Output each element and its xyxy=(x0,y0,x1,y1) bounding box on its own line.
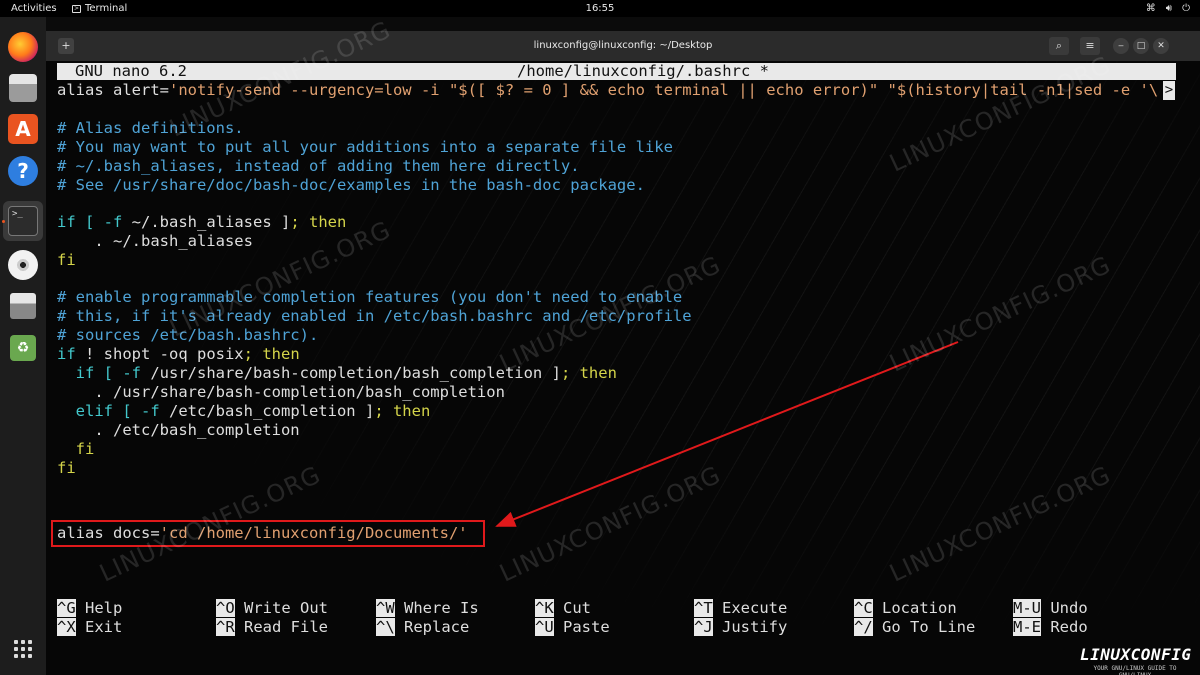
search-icon[interactable]: ⌕ xyxy=(1049,37,1069,55)
dock: A ? >_ ♻ xyxy=(0,17,46,675)
shortcut-label: Write Out xyxy=(244,599,329,617)
shortcut-key: ^\ xyxy=(376,618,395,636)
app-name: Terminal xyxy=(85,3,128,14)
hamburger-menu-icon[interactable]: ≡ xyxy=(1080,37,1100,55)
shortcut-execute[interactable]: ^T Execute xyxy=(694,599,787,618)
terminal-icon: > xyxy=(72,4,81,13)
volume-icon: 🔊︎ xyxy=(1165,3,1173,14)
shortcut-key: ^G xyxy=(57,599,76,617)
shortcut-label: Exit xyxy=(85,618,123,636)
software-store-icon[interactable]: A xyxy=(8,114,38,144)
shortcut-key: ^W xyxy=(376,599,395,617)
shortcut-key: ^R xyxy=(216,618,235,636)
shortcut-key: M-U xyxy=(1013,599,1041,617)
shortcut-justify[interactable]: ^J Justify xyxy=(694,618,787,637)
logo-tagline: YOUR GNU/LINUX GUIDE TO GNU/LINUX xyxy=(1093,665,1177,675)
shortcut-key: ^X xyxy=(57,618,76,636)
shortcut-key: M-E xyxy=(1013,618,1041,636)
shortcut-exit[interactable]: ^X Exit xyxy=(57,618,122,637)
system-tray[interactable]: ⌘ 🔊︎ ⏻ xyxy=(1146,0,1190,17)
shortcut-label: Read File xyxy=(244,618,329,636)
shortcut-label: Cut xyxy=(563,599,592,617)
terminal-content[interactable]: GNU nano 6.2 /home/linuxconfig/.bashrc *… xyxy=(46,61,1200,675)
minimize-icon[interactable]: ‒ xyxy=(1113,38,1129,54)
help-icon[interactable]: ? xyxy=(8,156,38,186)
shortcut-help[interactable]: ^G Help xyxy=(57,599,122,618)
save-drive-icon[interactable] xyxy=(10,293,36,319)
shortcut-where-is[interactable]: ^W Where Is xyxy=(376,599,479,618)
shortcut-label: Where Is xyxy=(404,599,479,617)
terminal-dock-icon[interactable]: >_ xyxy=(8,206,38,236)
top-bar: Activities > Terminal 16:55 ⌘ 🔊︎ ⏻ xyxy=(0,0,1200,17)
shortcut-go-to-line[interactable]: ^/ Go To Line xyxy=(854,618,975,637)
new-tab-icon[interactable]: + xyxy=(58,38,74,54)
files-icon[interactable] xyxy=(9,74,37,102)
shortcut-key: ^O xyxy=(216,599,235,617)
shortcut-label: Location xyxy=(882,599,957,617)
shortcut-key: ^T xyxy=(694,599,713,617)
shortcut-key: ^U xyxy=(535,618,554,636)
window-titlebar[interactable]: + linuxconfig@linuxconfig: ~/Desktop ⌕ ≡… xyxy=(46,31,1200,61)
clock[interactable]: 16:55 xyxy=(0,0,1200,17)
close-icon[interactable]: ✕ xyxy=(1153,38,1169,54)
shortcut-label: Help xyxy=(85,599,123,617)
shortcut-key: ^/ xyxy=(854,618,873,636)
show-apps-icon[interactable] xyxy=(14,640,32,658)
shortcut-label: Execute xyxy=(722,599,788,617)
logo-name: LINUXCONFIG xyxy=(1080,645,1192,664)
power-icon: ⏻ xyxy=(1182,3,1190,14)
app-menu[interactable]: > Terminal xyxy=(72,0,127,17)
shortcut-cut[interactable]: ^K Cut xyxy=(535,599,591,618)
shortcut-key: ^J xyxy=(694,618,713,636)
shortcut-label: Go To Line xyxy=(882,618,976,636)
shortcut-label: Paste xyxy=(563,618,610,636)
trash-icon[interactable]: ♻ xyxy=(10,335,36,361)
shortcut-redo[interactable]: M-E Redo xyxy=(1013,618,1088,637)
activities-button[interactable]: Activities xyxy=(11,0,57,17)
shortcut-key: ^C xyxy=(854,599,873,617)
shortcut-read-file[interactable]: ^R Read File xyxy=(216,618,328,637)
shortcut-label: Redo xyxy=(1050,618,1088,636)
linuxconfig-logo: LINUXCONFIG YOUR GNU/LINUX GUIDE TO GNU/… xyxy=(1080,645,1192,675)
firefox-icon[interactable] xyxy=(8,32,38,62)
network-icon: ⌘ xyxy=(1145,3,1156,14)
shortcut-location[interactable]: ^C Location xyxy=(854,599,957,618)
shortcut-write-out[interactable]: ^O Write Out xyxy=(216,599,328,618)
terminal-window: + linuxconfig@linuxconfig: ~/Desktop ⌕ ≡… xyxy=(46,31,1200,675)
shortcut-label: Undo xyxy=(1050,599,1088,617)
shortcut-label: Replace xyxy=(404,618,470,636)
shortcut-label: Justify xyxy=(722,618,788,636)
disc-icon[interactable] xyxy=(8,250,38,280)
annotation-arrow xyxy=(495,341,959,527)
maximize-icon[interactable]: □ xyxy=(1133,38,1149,54)
shortcut-paste[interactable]: ^U Paste xyxy=(535,618,610,637)
shortcut-undo[interactable]: M-U Undo xyxy=(1013,599,1088,618)
shortcut-key: ^K xyxy=(535,599,554,617)
window-title: linuxconfig@linuxconfig: ~/Desktop xyxy=(533,40,713,51)
shortcut-replace[interactable]: ^\ Replace xyxy=(376,618,469,637)
running-indicator xyxy=(2,220,5,223)
